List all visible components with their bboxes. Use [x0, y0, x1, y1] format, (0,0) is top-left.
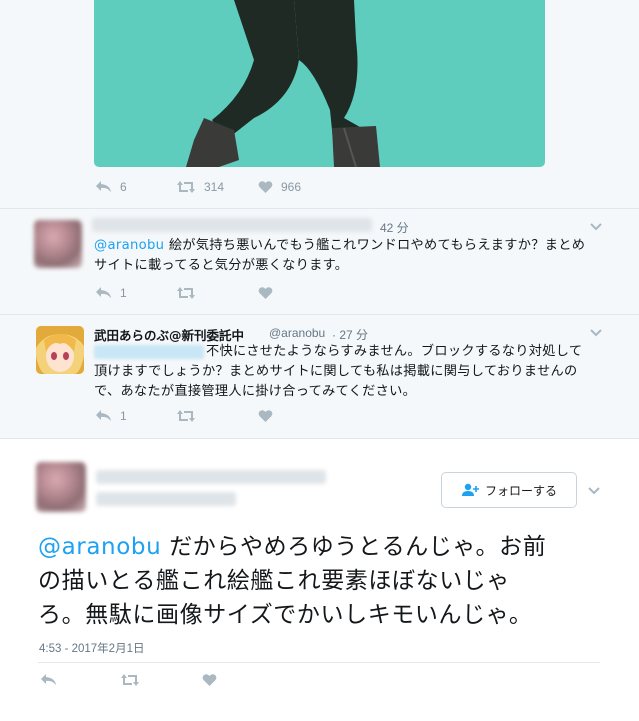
- reply-text: 不快にさせたようならすみません。ブロックするなり対処して 頂けますでしょうか？まと…: [94, 344, 583, 399]
- chevron-down-icon[interactable]: [589, 328, 603, 338]
- follow-button[interactable]: フォローする: [441, 472, 577, 508]
- mention-link[interactable]: @aranobu: [94, 238, 164, 253]
- reply-icon: [96, 410, 111, 421]
- avatar[interactable]: [34, 220, 82, 268]
- like-action[interactable]: [202, 673, 217, 687]
- divider: [0, 314, 639, 315]
- reply-action[interactable]: 6: [95, 180, 127, 194]
- reply-count: 1: [120, 286, 127, 300]
- author-name-blurred[interactable]: [96, 470, 326, 484]
- author-name-blurred[interactable]: [92, 218, 372, 232]
- like-count: 966: [281, 180, 302, 194]
- retweet-icon: [177, 181, 195, 193]
- mention-link[interactable]: @aranobu: [38, 534, 161, 560]
- retweet-icon: [121, 674, 139, 686]
- chevron-down-icon[interactable]: [589, 222, 603, 232]
- divider: [38, 662, 600, 663]
- tweet-timestamp[interactable]: 4:53 - 2017年2月1日: [39, 640, 144, 656]
- reply-icon: [96, 287, 111, 298]
- reply-icon: [41, 674, 56, 685]
- retweet-action[interactable]: 314: [176, 180, 224, 194]
- heart-icon: [258, 181, 273, 193]
- like-action[interactable]: [258, 409, 273, 423]
- author-handle[interactable]: @aranobu: [269, 326, 325, 340]
- reply-icon: [96, 181, 111, 192]
- retweet-count: 314: [204, 180, 225, 194]
- tweet-text: @aranobu だからやめろゆうとるんじゃ。お前 の描いとる艦これ絵艦これ要素ほ…: [38, 534, 547, 628]
- reply-action[interactable]: [40, 673, 57, 687]
- retweet-icon: [177, 410, 195, 422]
- heart-icon: [258, 287, 273, 299]
- heart-icon: [202, 674, 217, 686]
- reply-count: 1: [120, 409, 127, 423]
- anime-avatar-illustration: [36, 326, 84, 374]
- reply-action[interactable]: 1: [95, 409, 127, 423]
- avatar[interactable]: [36, 462, 86, 512]
- heart-icon: [258, 410, 273, 422]
- artwork-illustration: [186, 0, 380, 167]
- follow-label: フォローする: [484, 483, 557, 498]
- tweet-time[interactable]: 42 分: [380, 219, 409, 236]
- reply-count: 6: [120, 180, 127, 194]
- like-action[interactable]: [258, 286, 273, 300]
- tweet-time[interactable]: · 27 分: [332, 326, 368, 343]
- avatar[interactable]: [36, 326, 84, 374]
- retweet-action[interactable]: [120, 673, 140, 687]
- reply-action[interactable]: 1: [95, 286, 127, 300]
- reply-text: @aranobu 絵が気持ち悪いんでもう艦これワンドロやめてもらえますか？まとめ…: [94, 238, 586, 273]
- retweet-action[interactable]: [176, 286, 196, 300]
- tweet-media-image[interactable]: [94, 0, 545, 167]
- chevron-down-icon[interactable]: [587, 486, 601, 496]
- retweet-icon: [177, 287, 195, 299]
- divider: [0, 208, 639, 209]
- like-action[interactable]: 966: [258, 180, 301, 194]
- add-user-icon: [461, 483, 479, 496]
- author-handle-blurred[interactable]: [96, 492, 236, 506]
- retweet-action[interactable]: [176, 409, 196, 423]
